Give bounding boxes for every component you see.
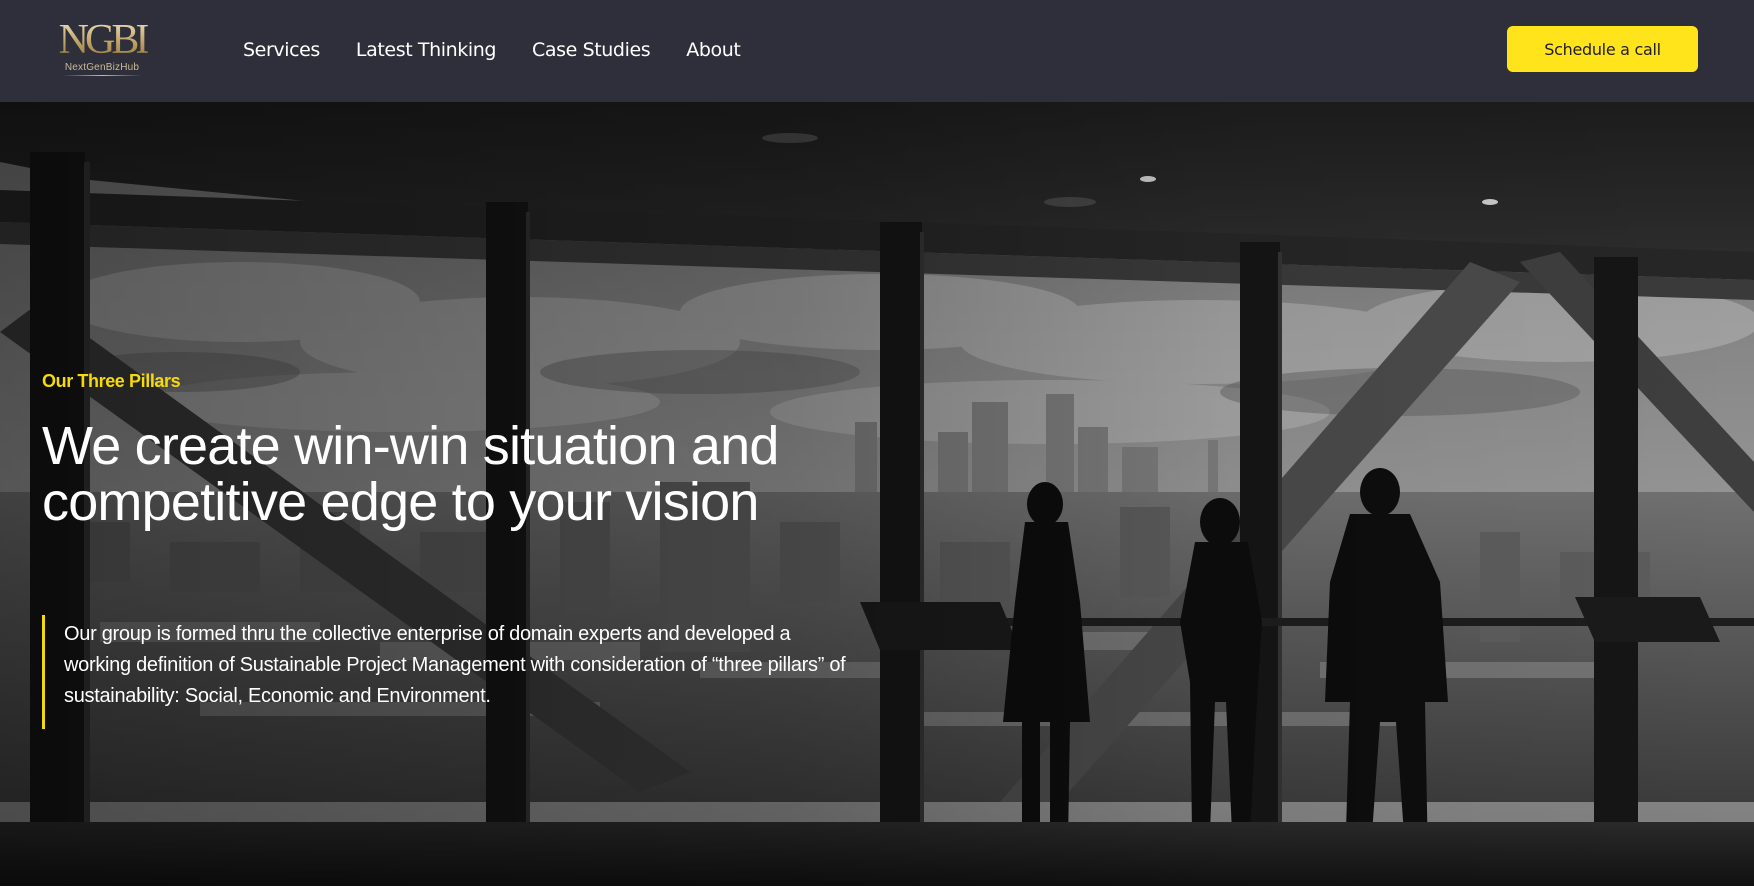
brand-logo[interactable]: NGBI NextGenBizHub (56, 18, 150, 80)
schedule-call-button[interactable]: Schedule a call (1507, 26, 1698, 72)
nav-item-case-studies[interactable]: Case Studies (532, 36, 651, 64)
hero-eyebrow: Our Three Pillars (42, 371, 181, 391)
logo-wordmark: NextGenBizHub (64, 62, 140, 73)
nav-item-latest-thinking[interactable]: Latest Thinking (356, 36, 497, 64)
nav-item-services[interactable]: Services (243, 36, 320, 64)
hero-section: Our Three Pillars We create win-win situ… (0, 102, 1754, 886)
nav-item-about[interactable]: About (686, 36, 741, 64)
main-nav: Services Latest Thinking Case Studies Ab… (243, 36, 776, 64)
hero-description-block: Our group is formed thru the collective … (42, 615, 862, 729)
logo-divider (62, 75, 142, 76)
logo-mark: NGBI (56, 18, 150, 62)
site-header: NGBI NextGenBizHub Services Latest Think… (0, 0, 1754, 102)
hero-description: Our group is formed thru the collective … (64, 623, 846, 707)
hero-headline: We create win-win situation and competit… (42, 416, 779, 532)
